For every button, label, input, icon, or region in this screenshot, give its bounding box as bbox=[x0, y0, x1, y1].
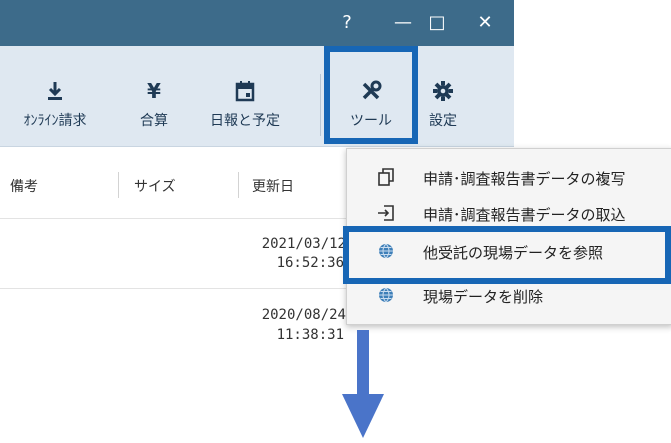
download-icon bbox=[0, 80, 110, 104]
settings-button[interactable]: 設定 bbox=[418, 80, 468, 130]
minimize-button[interactable]: — bbox=[386, 0, 420, 46]
updated-date: 2020/08/24 bbox=[261, 307, 346, 323]
column-separator bbox=[238, 172, 239, 198]
close-button[interactable]: ✕ bbox=[468, 0, 502, 46]
tools-highlight-box bbox=[324, 46, 418, 144]
updated-time: 11:38:31 bbox=[276, 327, 344, 339]
ribbon-separator bbox=[320, 74, 321, 136]
daily-report-button[interactable]: 日報と予定 bbox=[190, 80, 300, 130]
help-button[interactable]: ? bbox=[330, 0, 364, 46]
online-billing-button[interactable]: ｵﾝﾗｲﾝ請求 bbox=[0, 80, 110, 130]
menu-item-label: 現場データを削除 bbox=[423, 288, 544, 306]
gear-icon bbox=[418, 80, 468, 104]
calendar-icon bbox=[190, 80, 300, 104]
column-header-size[interactable]: サイズ bbox=[134, 176, 176, 196]
down-arrow-icon bbox=[340, 330, 386, 443]
column-header-updated[interactable]: 更新日 bbox=[252, 176, 294, 196]
updated-date: 2021/03/12 bbox=[261, 236, 346, 252]
menu-item-label: 申請･調査報告書データの複写 bbox=[423, 170, 626, 188]
import-icon bbox=[377, 204, 395, 222]
updated-time: 16:52:36 bbox=[276, 255, 344, 271]
online-billing-label: ｵﾝﾗｲﾝ請求 bbox=[23, 113, 87, 129]
total-label: 合算 bbox=[140, 113, 168, 129]
title-bar: ? — □ ✕ bbox=[0, 0, 514, 46]
copy-icon bbox=[377, 168, 395, 186]
maximize-button[interactable]: □ bbox=[420, 0, 454, 46]
column-separator bbox=[118, 172, 119, 198]
column-header-remarks[interactable]: 備考 bbox=[10, 176, 38, 196]
total-button[interactable]: ¥ 合算 bbox=[122, 80, 186, 130]
yen-icon: ¥ bbox=[147, 79, 161, 103]
daily-report-label: 日報と予定 bbox=[210, 113, 280, 129]
globe-icon bbox=[377, 286, 395, 304]
menu-item-copy-report[interactable]: 申請･調査報告書データの複写 bbox=[347, 159, 671, 195]
menu-item-label: 申請･調査報告書データの取込 bbox=[423, 206, 626, 224]
settings-label: 設定 bbox=[429, 113, 457, 129]
menu-item-highlight-box bbox=[343, 226, 671, 284]
